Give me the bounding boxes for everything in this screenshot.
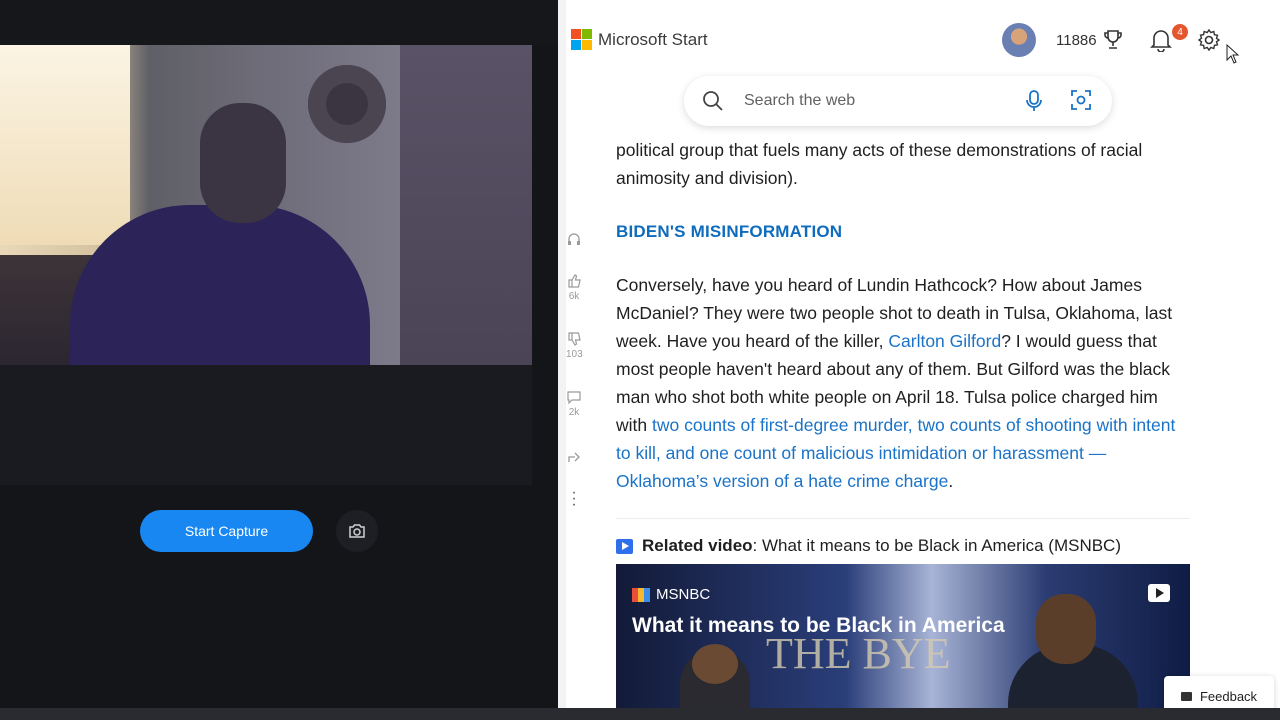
- panel-divider: [558, 0, 566, 720]
- capture-panel: Start Capture: [0, 0, 558, 720]
- share-icon: [568, 452, 580, 462]
- webcam-feed: [0, 45, 532, 365]
- dislike-count: 103: [566, 349, 583, 360]
- headphones-icon: [568, 233, 580, 245]
- section-heading: BIDEN'S MISINFORMATION: [616, 222, 843, 241]
- like-button[interactable]: 6k: [566, 274, 582, 302]
- feedback-label: Feedback: [1199, 688, 1258, 704]
- capture-top-bar: [0, 0, 558, 45]
- feedback-button[interactable]: Feedback: [1164, 676, 1274, 712]
- msnbc-logo-icon: [632, 588, 650, 602]
- search-bar[interactable]: [684, 76, 1112, 126]
- comment-count: 2k: [568, 407, 580, 418]
- divider: [616, 518, 1190, 519]
- gear-icon[interactable]: [1197, 28, 1221, 52]
- video-play-icon: [616, 538, 633, 554]
- charges-link[interactable]: two counts of first-degree murder, two c…: [616, 415, 1175, 491]
- video-person-left-head: [692, 644, 738, 684]
- video-source: MSNBC: [632, 581, 710, 609]
- brand-name: Microsoft Start: [598, 29, 708, 49]
- bell-icon[interactable]: [1150, 28, 1172, 52]
- video-source-name: MSNBC: [656, 586, 711, 603]
- youtube-icon[interactable]: [1148, 584, 1170, 602]
- rewards-points[interactable]: 11886: [1056, 32, 1097, 49]
- paragraph-text: .: [948, 471, 954, 491]
- trophy-icon[interactable]: [1103, 29, 1123, 51]
- mouse-cursor-icon: [1226, 44, 1240, 64]
- share-button[interactable]: [566, 450, 582, 467]
- microsoft-start-page: Microsoft Start 11886 4 Search the web 6…: [566, 0, 1280, 712]
- bottom-taskbar-strip: [0, 708, 1280, 720]
- like-count: 6k: [568, 291, 580, 302]
- article-paragraph-main: Conversely, have you heard of Lundin Hat…: [616, 271, 1190, 495]
- more-options-icon[interactable]: · · ·: [566, 485, 582, 513]
- video-title: What it means to be Black in America: [632, 614, 1005, 637]
- microphone-icon[interactable]: [1024, 89, 1044, 113]
- thumbs-down-icon: [568, 332, 581, 346]
- start-capture-button[interactable]: Start Capture: [140, 510, 313, 552]
- video-thumbnail[interactable]: THE BYE MSNBC What it means to be Black …: [616, 564, 1190, 712]
- search-icon: [703, 91, 723, 111]
- visual-search-icon[interactable]: [1070, 89, 1092, 111]
- search-input[interactable]: [742, 88, 1002, 114]
- listen-button[interactable]: [566, 232, 582, 249]
- avatar[interactable]: [1002, 23, 1036, 57]
- feed-wall-record: [308, 65, 386, 143]
- microsoft-logo-icon: [571, 29, 592, 50]
- comment-icon: [567, 391, 581, 405]
- article-paragraph: political group that fuels many acts of …: [616, 140, 1143, 188]
- capture-preview-strip: [0, 365, 532, 485]
- comments-button[interactable]: 2k: [566, 390, 582, 418]
- dislike-button[interactable]: 103: [566, 332, 583, 360]
- feed-person-head: [200, 103, 286, 223]
- feed-window: [0, 45, 130, 245]
- snapshot-button[interactable]: [336, 510, 378, 552]
- page-header: Microsoft Start 11886 4: [566, 0, 1280, 130]
- related-video-title: : What it means to be Black in America (…: [752, 536, 1121, 555]
- microsoft-start-logo[interactable]: Microsoft Start: [571, 29, 708, 50]
- related-video-label: Related video: [642, 536, 753, 555]
- thumbs-up-icon: [568, 274, 581, 288]
- feed-wall: [400, 45, 532, 365]
- video-person-right-head: [1036, 594, 1096, 664]
- related-video-caption[interactable]: Related video: What it means to be Black…: [616, 532, 1121, 560]
- notification-badge: 4: [1172, 24, 1188, 40]
- feedback-icon: [1180, 691, 1192, 701]
- camera-icon: [349, 524, 365, 538]
- carlton-gilford-link[interactable]: Carlton Gilford: [888, 331, 1001, 351]
